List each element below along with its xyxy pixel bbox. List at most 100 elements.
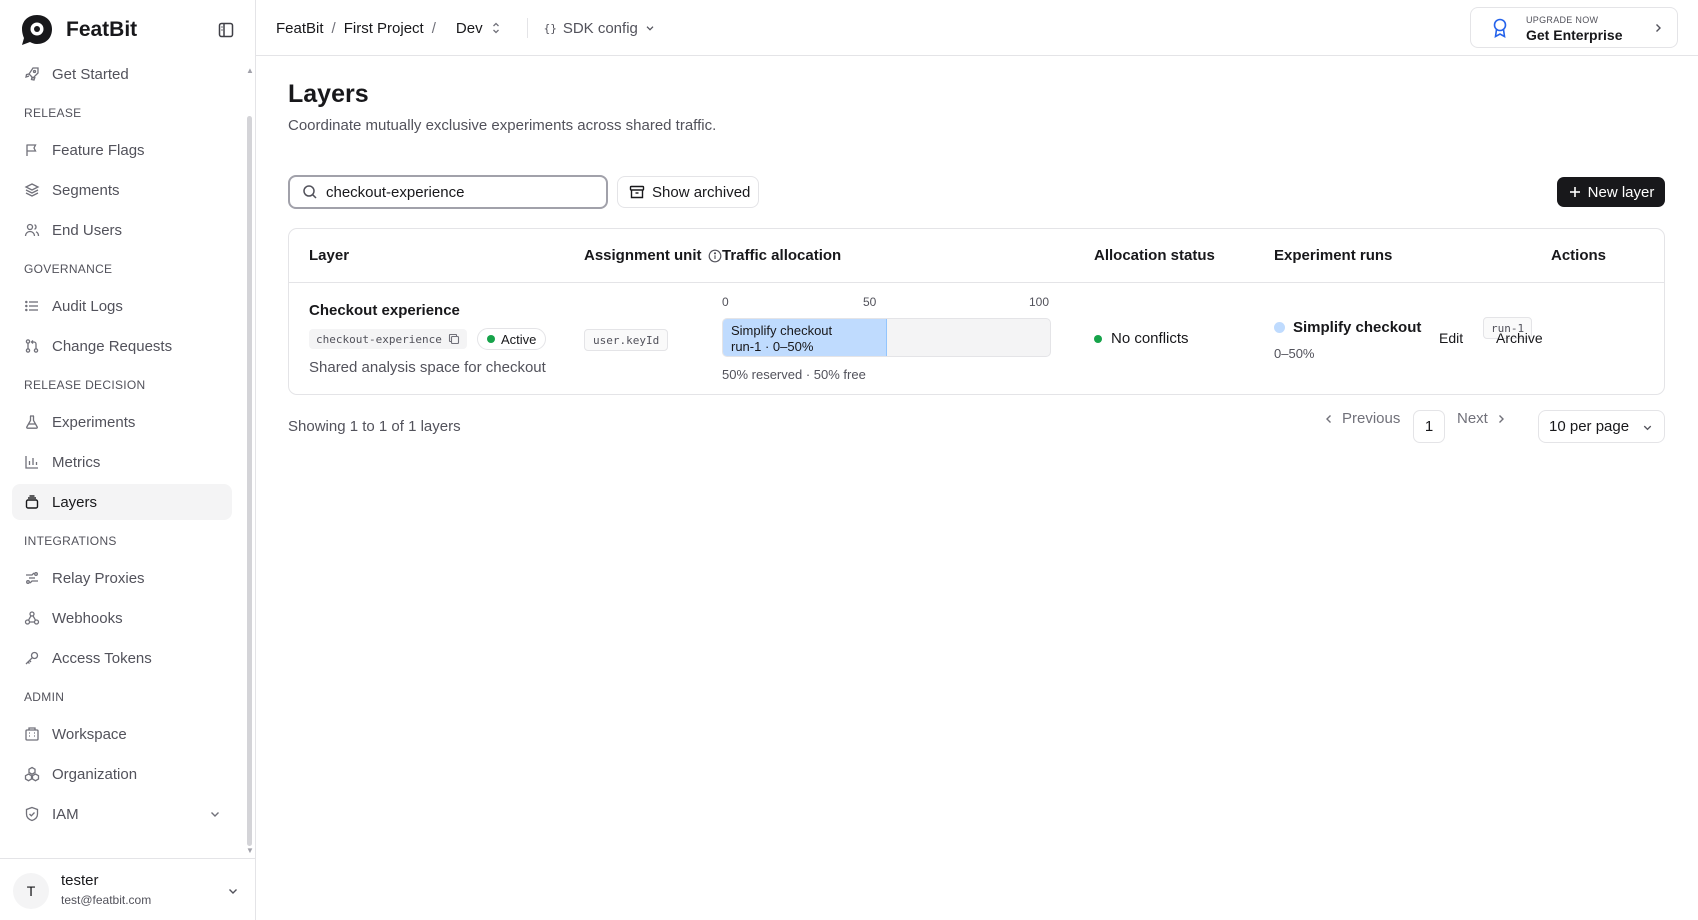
environment-name: Dev	[455, 19, 483, 37]
chevron-right-icon	[1656, 24, 1661, 32]
column-header-actions: Actions	[1551, 247, 1607, 264]
scroll-down-arrow-icon[interactable]: ▼	[246, 846, 254, 855]
brand[interactable]: FeatBit	[20, 14, 137, 46]
sidebar-item-label: Feature Flags	[52, 141, 145, 159]
assignment-unit-chip: user.keyId	[584, 329, 669, 351]
sdk-config-label: SDK config	[562, 19, 638, 37]
chevron-right-icon	[1498, 414, 1504, 423]
run-color-dot-icon	[1274, 322, 1285, 333]
status-dot-icon	[1094, 334, 1102, 343]
sidebar-item-label: End Users	[52, 221, 123, 239]
column-header-assignment-unit: Assignment unit	[584, 247, 722, 264]
user-name: tester	[61, 872, 99, 889]
sidebar-item-label: IAM	[52, 805, 79, 823]
breadcrumb-workspace[interactable]: FeatBit	[276, 20, 324, 37]
boxes-icon	[24, 766, 40, 782]
sidebar-item-experiments[interactable]: Experiments	[12, 404, 232, 440]
upgrade-label: Get Enterprise	[1526, 27, 1623, 43]
list-icon	[25, 300, 38, 312]
chevron-down-icon	[1643, 425, 1652, 431]
allocation-segment[interactable]: Simplify checkout run-1 · 0–50%	[723, 319, 887, 356]
bar-chart-icon	[25, 456, 38, 469]
column-header-experiment-runs: Experiment runs	[1274, 247, 1393, 264]
sidebar-item-metrics[interactable]: Metrics	[12, 444, 232, 480]
sidebar-scrollbar[interactable]	[247, 116, 252, 846]
environment-switcher[interactable]: Dev	[456, 20, 503, 37]
search-box[interactable]	[288, 175, 608, 209]
nav-section-admin: ADMIN	[24, 690, 65, 704]
chevron-down-icon	[646, 26, 654, 31]
traffic-allocation-bar: Simplify checkout run-1 · 0–50%	[722, 318, 1051, 357]
sidebar-nav: Get Started RELEASE Feature Flags Segmen…	[12, 56, 232, 836]
new-layer-button[interactable]: New layer	[1557, 177, 1665, 207]
pagination-summary: Showing 1 to 1 of 1 layers	[288, 418, 461, 435]
breadcrumb: FeatBit / First Project / Dev {} SDK con…	[276, 18, 656, 38]
allocation-status: No conflicts	[1094, 330, 1189, 347]
page-title: Layers	[288, 80, 369, 108]
sidebar-item-segments[interactable]: Segments	[12, 172, 232, 208]
layer-key: checkout-experience	[316, 332, 442, 346]
experiment-run-link[interactable]: Simplify checkout	[1274, 319, 1421, 336]
flask-icon	[26, 415, 38, 429]
edit-button[interactable]: Edit	[1439, 330, 1463, 346]
next-page-button[interactable]: Next	[1457, 410, 1508, 427]
layers-table: Layer Assignment unit Traffic allocation…	[288, 228, 1665, 395]
layer-description: Shared analysis space for checkout	[309, 359, 546, 376]
experiment-run-range: 0–50%	[1274, 346, 1315, 361]
sidebar-item-label: Get Started	[52, 65, 129, 83]
sidebar-item-label: Audit Logs	[52, 297, 123, 315]
experiment-run-name: Simplify checkout	[1293, 319, 1422, 336]
sidebar-item-label: Access Tokens	[52, 649, 152, 667]
user-menu[interactable]: T tester test@featbit.com	[0, 858, 256, 920]
per-page-select[interactable]: 10 per page	[1538, 410, 1665, 443]
per-page-label: 10 per page	[1549, 418, 1630, 435]
git-pull-request-icon	[25, 339, 39, 353]
sidebar-item-label: Change Requests	[52, 337, 173, 355]
scroll-up-arrow-icon[interactable]: ▲	[246, 66, 254, 75]
previous-page-button[interactable]: Previous	[1322, 410, 1400, 427]
sidebar-item-layers[interactable]: Layers	[12, 484, 232, 520]
sidebar-item-end-users[interactable]: End Users	[12, 212, 232, 248]
featbit-logo-icon	[22, 15, 52, 45]
sidebar-item-get-started[interactable]: Get Started	[12, 56, 232, 92]
breadcrumb-project[interactable]: First Project	[344, 20, 424, 37]
sidebar-item-access-tokens[interactable]: Access Tokens	[12, 640, 232, 676]
get-enterprise-button[interactable]: UPGRADE NOW Get Enterprise	[1470, 7, 1678, 48]
sidebar-item-audit-logs[interactable]: Audit Logs	[12, 288, 232, 324]
sidebar-collapse-icon[interactable]	[218, 22, 236, 40]
sidebar-item-change-requests[interactable]: Change Requests	[12, 328, 232, 364]
breadcrumb-separator: /	[431, 19, 436, 37]
page-number-1[interactable]: 1	[1413, 410, 1445, 443]
status-dot-icon	[487, 335, 495, 343]
status-badge: Active	[477, 328, 547, 350]
webhook-icon	[24, 611, 40, 625]
sidebar-item-label: Segments	[52, 181, 120, 199]
brand-name: FeatBit	[66, 18, 138, 41]
allocation-segment-detail: run-1 · 0–50%	[731, 339, 814, 354]
sidebar-item-relay-proxies[interactable]: Relay Proxies	[12, 560, 232, 596]
new-layer-label: New layer	[1587, 183, 1655, 201]
nav-section-release-decision: RELEASE DECISION	[24, 378, 146, 392]
sidebar-item-label: Metrics	[52, 453, 101, 471]
sidebar-item-feature-flags[interactable]: Feature Flags	[12, 132, 232, 168]
info-icon[interactable]	[708, 249, 722, 263]
sidebar-item-label: Workspace	[52, 725, 127, 743]
chevron-down-icon[interactable]	[226, 884, 240, 898]
search-input[interactable]	[326, 183, 586, 201]
show-archived-button[interactable]: Show archived	[617, 176, 759, 208]
key-icon	[25, 651, 39, 665]
sidebar-item-label: Organization	[52, 765, 138, 783]
layer-key-chip: checkout-experience	[309, 329, 467, 349]
relay-icon	[26, 572, 38, 584]
archive-button[interactable]: Archive	[1496, 330, 1543, 346]
copy-icon[interactable]	[448, 333, 460, 345]
sidebar-item-organization[interactable]: Organization	[12, 756, 232, 792]
sidebar-item-webhooks[interactable]: Webhooks	[12, 600, 232, 636]
sidebar-item-workspace[interactable]: Workspace	[12, 716, 232, 752]
building-icon	[25, 727, 39, 741]
shield-icon	[25, 806, 39, 822]
sidebar-item-iam[interactable]: IAM	[12, 796, 232, 832]
sidebar-item-label: Layers	[52, 493, 98, 511]
sdk-config-dropdown[interactable]: {} SDK config	[544, 20, 656, 37]
layer-name[interactable]: Checkout experience	[309, 302, 460, 319]
